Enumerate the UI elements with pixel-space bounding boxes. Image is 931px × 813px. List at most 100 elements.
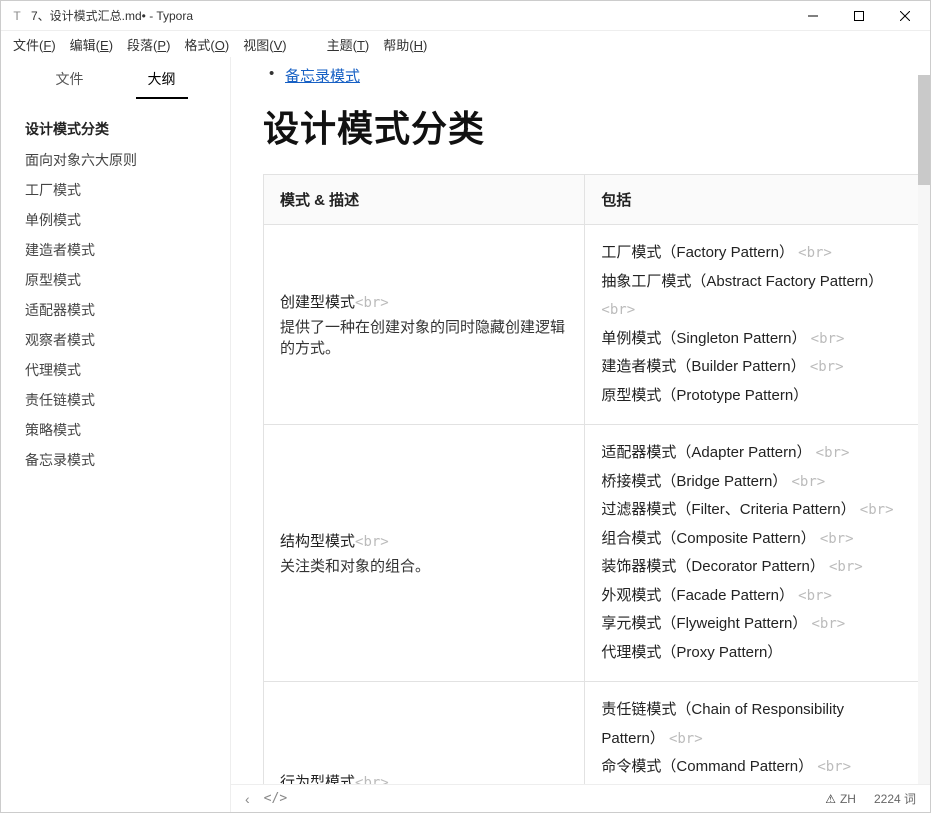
pattern-line: 工厂模式（Factory Pattern） <br> (601, 239, 903, 268)
tab-outline[interactable]: 大纲 (136, 61, 188, 99)
editor-wrap: 备忘录模式 设计模式分类 模式 & 描述 包括 创建型模式<br>提供了一种在创… (231, 57, 930, 812)
source-mode-icon[interactable]: </> (264, 791, 287, 806)
menu-view[interactable]: 视图(V) (237, 33, 292, 56)
br-tag: <br> (820, 531, 854, 547)
table-row: 创建型模式<br>提供了一种在创建对象的同时隐藏创建逻辑的方式。工厂模式（Fac… (264, 225, 920, 425)
word-count[interactable]: 2224 词 (874, 790, 916, 807)
scrollbar-thumb[interactable] (918, 75, 930, 185)
outline-item[interactable]: 备忘录模式 (9, 445, 222, 475)
pattern-line: 桥接模式（Bridge Pattern） <br> (601, 468, 903, 497)
outline-item[interactable]: 原型模式 (9, 265, 222, 295)
warning-icon: ⚠ (825, 792, 836, 806)
pattern-line: 原型模式（Prototype Pattern） (601, 382, 903, 411)
pattern-name: 适配器模式（Adapter Pattern） (601, 444, 815, 461)
menu-format[interactable]: 格式(O) (178, 33, 235, 56)
category-desc: 关注类和对象的组合。 (280, 555, 568, 576)
pattern-name: 单例模式（Singleton Pattern） (601, 330, 810, 347)
br-tag: <br> (669, 731, 703, 747)
titlebar: T 7、设计模式汇总.md• - Typora (1, 1, 930, 31)
editor-area[interactable]: 备忘录模式 设计模式分类 模式 & 描述 包括 创建型模式<br>提供了一种在创… (231, 57, 930, 784)
pattern-name: 组合模式（Composite Pattern） (601, 530, 819, 547)
pattern-line: 享元模式（Flyweight Pattern） <br> (601, 610, 903, 639)
sidebar: 文件 大纲 设计模式分类 面向对象六大原则 工厂模式 单例模式 建造者模式 原型… (1, 57, 231, 812)
outline-item[interactable]: 责任链模式 (9, 385, 222, 415)
body: 文件 大纲 设计模式分类 面向对象六大原则 工厂模式 单例模式 建造者模式 原型… (1, 57, 930, 812)
patterns-table: 模式 & 描述 包括 创建型模式<br>提供了一种在创建对象的同时隐藏创建逻辑的… (263, 174, 920, 784)
outline-item[interactable]: 观察者模式 (9, 325, 222, 355)
br-tag: <br> (860, 502, 894, 518)
category-cell: 创建型模式<br> 提供了一种在创建对象的同时隐藏创建逻辑的方式。 (264, 225, 585, 425)
pattern-name: 桥接模式（Bridge Pattern） (601, 473, 791, 490)
pattern-name: 命令模式（Command Pattern） (601, 758, 817, 775)
pattern-line: 建造者模式（Builder Pattern） <br> (601, 353, 903, 382)
pattern-name: 责任链模式（Chain of Responsibility Pattern） (601, 701, 844, 747)
br-tag: <br> (791, 474, 825, 490)
outline-item[interactable]: 建造者模式 (9, 235, 222, 265)
window-controls (790, 1, 928, 31)
close-button[interactable] (882, 1, 928, 31)
outline-list[interactable]: 设计模式分类 面向对象六大原则 工厂模式 单例模式 建造者模式 原型模式 适配器… (1, 99, 230, 489)
br-tag: <br> (810, 359, 844, 375)
maximize-button[interactable] (836, 1, 882, 31)
outline-item[interactable]: 适配器模式 (9, 295, 222, 325)
menubar: 文件(F) 编辑(E) 段落(P) 格式(O) 视图(V) 主题(T) 帮助(H… (1, 31, 930, 57)
outline-item[interactable]: 策略模式 (9, 415, 222, 445)
menu-edit[interactable]: 编辑(E) (64, 33, 119, 56)
menu-paragraph[interactable]: 段落(P) (121, 33, 176, 56)
minimize-button[interactable] (790, 1, 836, 31)
category-cell: 行为型模式<br> (264, 682, 585, 785)
br-tag: <br> (798, 588, 832, 604)
window-title: 7、设计模式汇总.md• - Typora (31, 7, 790, 24)
outline-item[interactable]: 工厂模式 (9, 175, 222, 205)
patterns-cell: 适配器模式（Adapter Pattern） <br>桥接模式（Bridge P… (585, 425, 920, 682)
pattern-name: 享元模式（Flyweight Pattern） (601, 615, 811, 632)
back-icon[interactable]: ‹ (245, 791, 250, 807)
pattern-name: 过滤器模式（Filter、Criteria Pattern） (601, 501, 859, 518)
pattern-name: 原型模式（Prototype Pattern） (601, 387, 808, 404)
table-row: 行为型模式<br>责任链模式（Chain of Responsibility P… (264, 682, 920, 785)
app-icon: T (9, 8, 25, 24)
outline-heading[interactable]: 设计模式分类 (9, 113, 222, 145)
toc-link[interactable]: 备忘录模式 (263, 65, 360, 86)
th-mode-desc: 模式 & 描述 (264, 175, 585, 225)
statusbar: ‹ </> ⚠ ZH 2224 词 (231, 784, 930, 812)
menu-help[interactable]: 帮助(H) (377, 33, 433, 56)
pattern-name: 装饰器模式（Decorator Pattern） (601, 558, 829, 575)
menu-theme[interactable]: 主题(T) (321, 33, 376, 56)
pattern-name: 工厂模式（Factory Pattern） (601, 244, 798, 261)
outline-item[interactable]: 单例模式 (9, 205, 222, 235)
pattern-line: 抽象工厂模式（Abstract Factory Pattern） <br> (601, 268, 903, 325)
br-tag: <br> (829, 559, 863, 575)
pattern-line: 解释器模式（Interpreter Pattern） <br> (601, 782, 903, 785)
page-title: 设计模式分类 (263, 100, 920, 152)
pattern-name: 建造者模式（Builder Pattern） (601, 358, 809, 375)
menu-file[interactable]: 文件(F) (7, 33, 62, 56)
sidebar-tabs: 文件 大纲 (1, 57, 230, 99)
br-tag: <br> (817, 759, 851, 775)
pattern-line: 单例模式（Singleton Pattern） <br> (601, 325, 903, 354)
pattern-line: 组合模式（Composite Pattern） <br> (601, 525, 903, 554)
br-tag: <br> (798, 245, 832, 261)
outline-item[interactable]: 面向对象六大原则 (9, 145, 222, 175)
pattern-name: 外观模式（Facade Pattern） (601, 587, 798, 604)
br-tag: <br> (811, 331, 845, 347)
category-name: 行为型模式 (280, 774, 355, 784)
lang-label: ZH (840, 792, 856, 806)
pattern-line: 适配器模式（Adapter Pattern） <br> (601, 439, 903, 468)
pattern-line: 过滤器模式（Filter、Criteria Pattern） <br> (601, 496, 903, 525)
category-name: 结构型模式 (280, 533, 355, 550)
br-tag: <br> (811, 616, 845, 632)
br-tag: <br> (816, 445, 850, 461)
category-name: 创建型模式 (280, 294, 355, 311)
table-row: 结构型模式<br>关注类和对象的组合。适配器模式（Adapter Pattern… (264, 425, 920, 682)
category-desc: 提供了一种在创建对象的同时隐藏创建逻辑的方式。 (280, 316, 568, 358)
pattern-line: 装饰器模式（Decorator Pattern） <br> (601, 553, 903, 582)
spellcheck-indicator[interactable]: ⚠ ZH (825, 792, 856, 806)
patterns-cell: 责任链模式（Chain of Responsibility Pattern） <… (585, 682, 920, 785)
patterns-cell: 工厂模式（Factory Pattern） <br>抽象工厂模式（Abstrac… (585, 225, 920, 425)
tab-files[interactable]: 文件 (44, 61, 96, 99)
outline-item[interactable]: 代理模式 (9, 355, 222, 385)
br-tag: <br> (355, 295, 389, 311)
br-tag: <br> (355, 534, 389, 550)
app-window: T 7、设计模式汇总.md• - Typora 文件(F) 编辑(E) 段落(P… (0, 0, 931, 813)
